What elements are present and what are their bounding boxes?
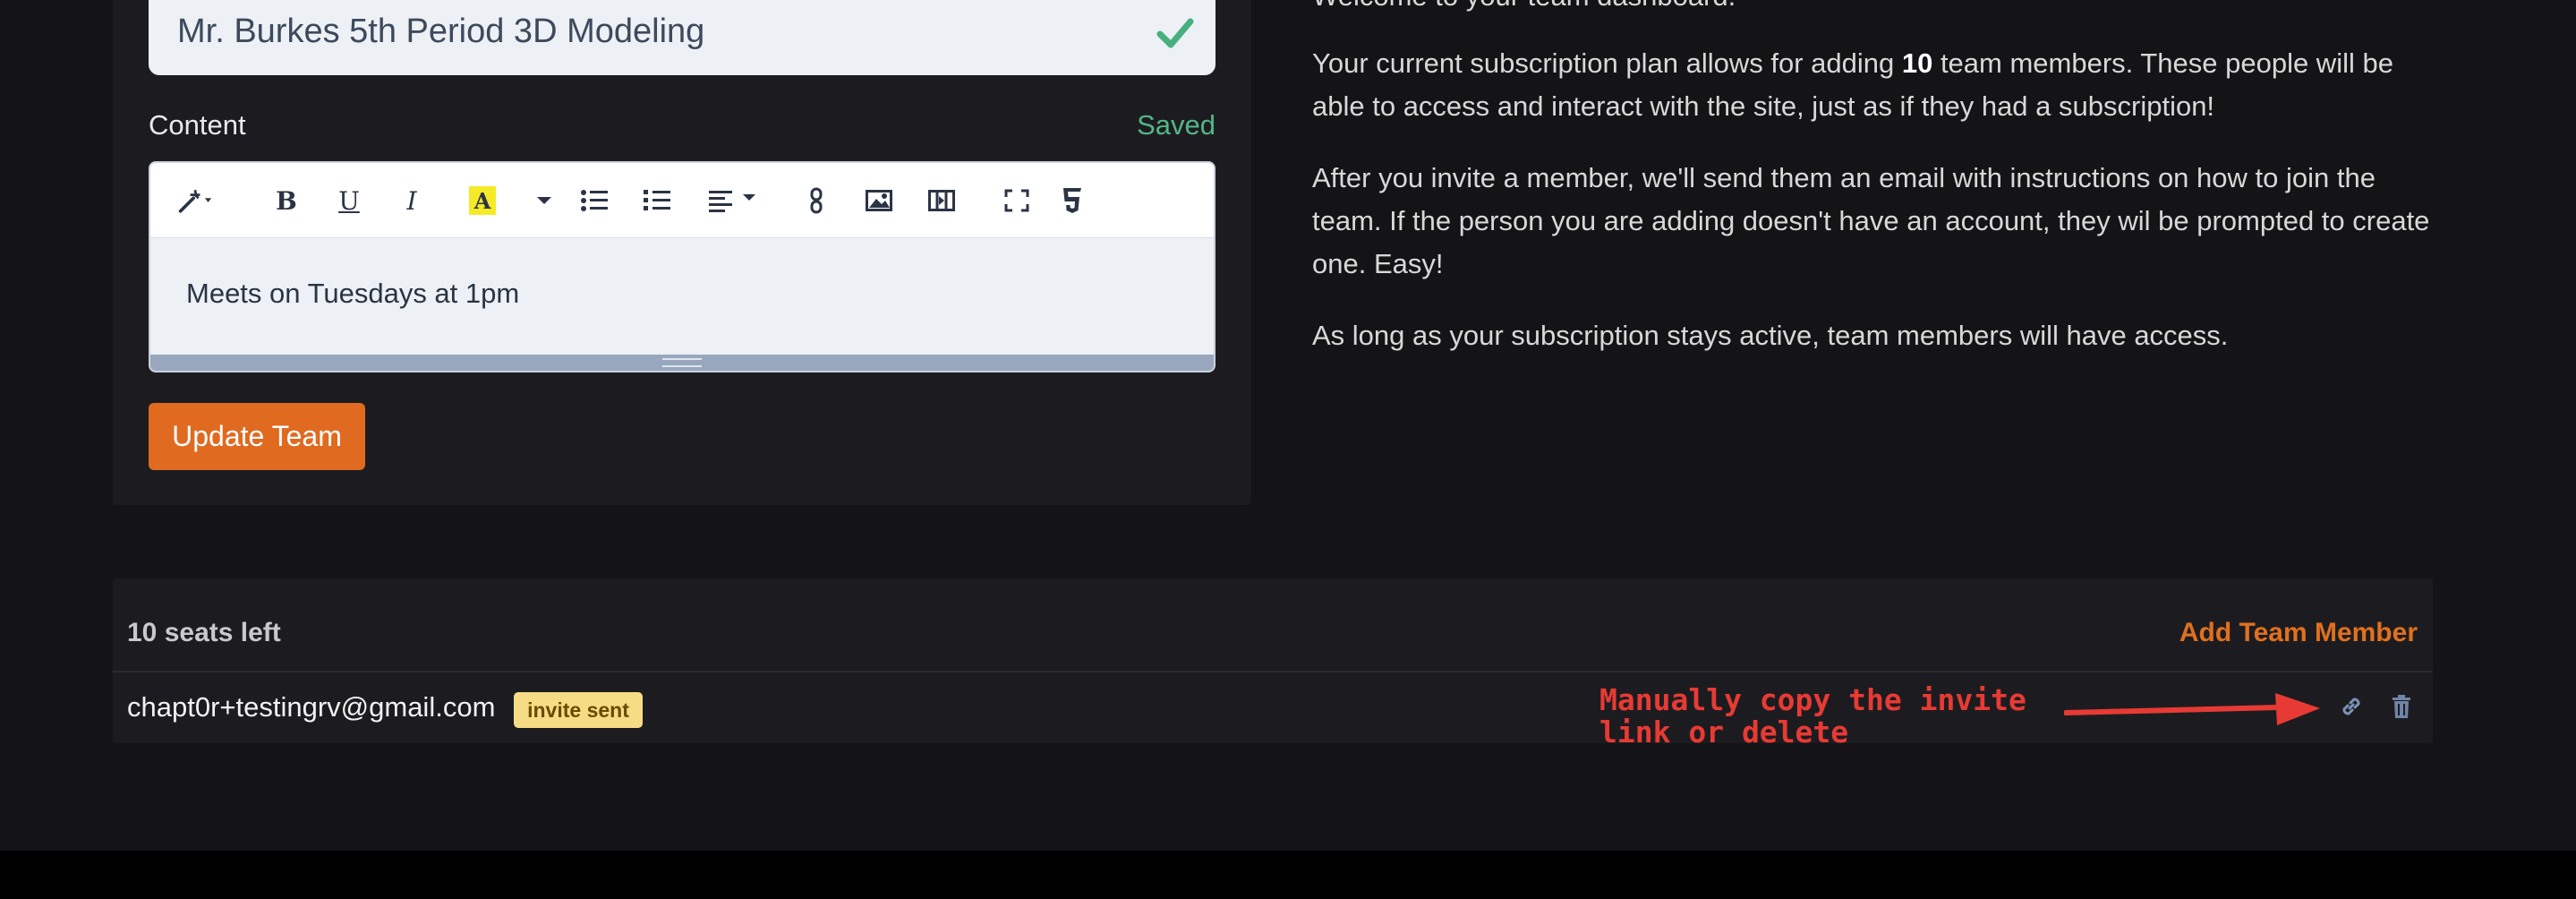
info-heading: Welcome to your team dashboard. xyxy=(1312,0,2431,18)
ordered-list-icon[interactable] xyxy=(639,183,675,218)
copy-link-icon[interactable] xyxy=(2338,693,2365,720)
team-name-field[interactable]: Mr. Burkes 5th Period 3D Modeling xyxy=(149,0,1215,75)
add-team-member-button[interactable]: Add Team Member xyxy=(2179,618,2418,648)
content-label: Content xyxy=(149,109,246,141)
team-name-value: Mr. Burkes 5th Period 3D Modeling xyxy=(177,13,705,50)
unordered-list-icon[interactable] xyxy=(576,183,612,218)
link-icon[interactable] xyxy=(798,183,834,218)
seats-left: 10 seats left xyxy=(127,618,281,647)
member-email: chapt0r+testingrv@gmail.com xyxy=(127,691,496,723)
trash-icon[interactable] xyxy=(2388,693,2415,720)
image-icon[interactable] xyxy=(861,183,897,218)
underline-icon[interactable]: U xyxy=(331,183,367,218)
info-paragraph-1: Your current subscription plan allows fo… xyxy=(1312,42,2431,128)
grip-icon xyxy=(662,358,702,367)
bold-icon[interactable]: B xyxy=(269,183,304,218)
rich-text-editor[interactable]: B U I A Meets on Tuesdays at 1pm xyxy=(149,161,1215,372)
editor-content[interactable]: Meets on Tuesdays at 1pm xyxy=(186,278,519,310)
update-team-button[interactable]: Update Team xyxy=(149,403,365,470)
member-limit: 10 xyxy=(1901,47,1933,79)
status-badge: invite sent xyxy=(514,692,643,728)
fullscreen-icon[interactable] xyxy=(999,183,1035,218)
html5-source-icon[interactable] xyxy=(1054,183,1090,218)
info-p1-a: Your current subscription plan allows fo… xyxy=(1312,47,1902,79)
divider xyxy=(113,671,2433,672)
editor-toolbar: B U I A xyxy=(150,163,1214,238)
italic-icon[interactable]: I xyxy=(394,183,430,218)
info-paragraph-3: As long as your subscription stays activ… xyxy=(1312,320,2229,351)
annotation-text: Manually copy the invite link or delete xyxy=(1599,682,2026,749)
align-icon[interactable] xyxy=(707,183,761,218)
magic-wand-icon[interactable] xyxy=(177,183,213,218)
page-footer xyxy=(0,851,2576,899)
info-paragraph-2: After you invite a member, we'll send th… xyxy=(1312,162,2430,279)
editor-resize-handle[interactable] xyxy=(150,355,1214,371)
video-icon[interactable] xyxy=(924,183,960,218)
color-dropdown-icon[interactable] xyxy=(526,183,562,218)
saved-status: Saved xyxy=(1137,109,1215,141)
annotation-arrow-icon xyxy=(2064,693,2320,725)
highlight-color-icon[interactable]: A xyxy=(469,186,496,215)
check-icon xyxy=(1156,18,1194,48)
